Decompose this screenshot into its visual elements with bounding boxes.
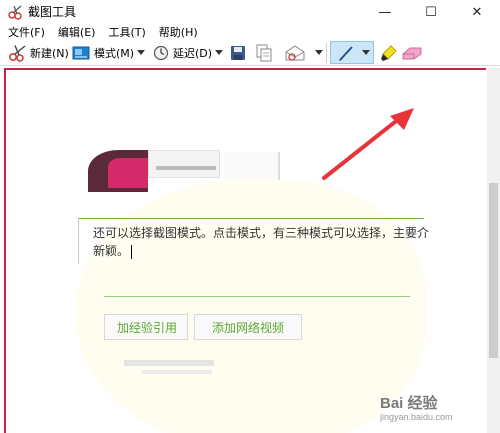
copy-button[interactable] [256,43,272,63]
mode-icon [72,46,90,60]
menu-help[interactable]: 帮助(H) [159,25,198,41]
scissors-icon [8,45,26,62]
menu-tools[interactable]: 工具(T) [108,25,145,41]
add-web-video-button: 添加网络视频 [194,314,302,340]
delay-label: 延迟(D) [173,47,213,60]
clock-icon [153,45,169,61]
minimize-button[interactable]: — [362,0,408,24]
captured-text-fragment [124,360,214,366]
pen-button[interactable] [330,41,374,64]
highlighter-button[interactable] [380,43,398,63]
toolbar-separator [326,43,327,63]
pen-icon [339,46,353,61]
eraser-icon [402,47,422,60]
send-dropdown-arrow[interactable] [315,43,323,63]
editor-line-2: 新颖。 [93,244,130,258]
delay-dropdown-arrow[interactable] [215,43,223,63]
highlighter-icon [381,45,397,61]
copy-icon [256,44,272,62]
mode-dropdown-arrow[interactable] [137,43,145,63]
captured-toolbar-fragment [148,150,220,178]
chevron-down-icon [362,50,370,55]
watermark-logo: Bai 经验 [380,395,438,412]
eraser-button[interactable] [401,43,423,63]
scrollbar-thumb[interactable] [489,183,498,358]
captured-text-fragment [142,370,212,374]
menu-file[interactable]: 文件(F) [8,25,45,41]
divider [104,296,410,297]
baidu-watermark: Bai 经验 jingyan.baidu.com [376,388,486,430]
new-snip-label: 新建(N) [30,47,69,60]
captured-text-fragment [156,166,216,170]
title-bar: 截图工具 — ☐ ✕ [0,0,500,24]
send-icon [285,45,305,61]
close-button[interactable]: ✕ [454,0,500,24]
vertical-scrollbar[interactable] [487,68,500,433]
chevron-down-icon [315,50,323,55]
chevron-down-icon [215,50,223,55]
watermark-url: jingyan.baidu.com [380,412,453,422]
editor-text: 还可以选择截图模式。点击模式，有三种模式可以选择，主要介 新颖。 [93,224,433,260]
maximize-button[interactable]: ☐ [408,0,454,24]
delay-button[interactable]: 延迟(D) [153,43,212,63]
mode-button[interactable]: 模式(M) [72,43,134,63]
chevron-down-icon [137,50,145,55]
text-caret [131,244,133,259]
snipping-tool-app-icon [8,5,22,20]
editor-line-1: 还可以选择截图模式。点击模式，有三种模式可以选择，主要介 [93,226,430,240]
window-title: 截图工具 [28,5,77,19]
captured-text-editor: 还可以选择截图模式。点击模式，有三种模式可以选择，主要介 新颖。 [78,218,429,264]
save-icon [231,46,245,60]
save-button[interactable] [230,43,246,63]
menu-edit[interactable]: 编辑(E) [58,25,96,41]
mode-label: 模式(M) [94,47,135,60]
new-snip-button[interactable]: 新建(N) [8,43,69,63]
send-snip-button[interactable] [284,43,306,63]
snip-canvas: 还可以选择截图模式。点击模式，有三种模式可以选择，主要介 新颖。 加经验引用 添… [4,68,486,433]
captured-panel-fragment [224,152,280,180]
add-experience-reference-button: 加经验引用 [104,314,188,340]
captured-image-fragment [108,158,148,188]
toolbar: 新建(N) 模式(M) 延迟(D) [0,40,500,66]
red-arrow-annotation [322,108,414,180]
